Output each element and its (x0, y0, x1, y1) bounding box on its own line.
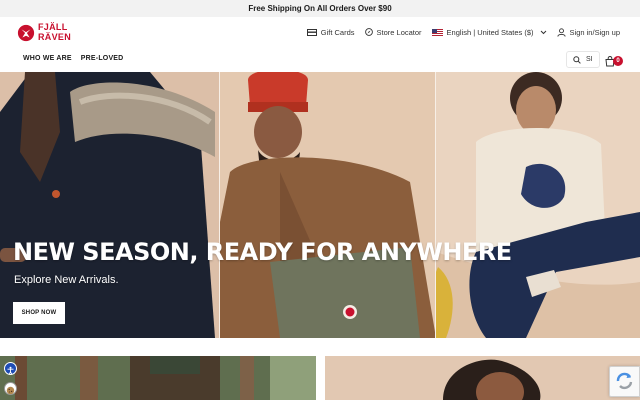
hero-title: NEW SEASON, READY FOR ANYWHERE (13, 238, 512, 266)
brand-line-2: RÄVEN (38, 32, 72, 42)
sign-in-label: Sign in/Sign up (569, 27, 620, 37)
gift-cards-label: Gift Cards (320, 27, 355, 37)
hero-image-jacket (220, 72, 436, 338)
us-flag-icon (431, 28, 443, 36)
compass-icon (364, 28, 373, 36)
locale-label: English | United States ($) (446, 27, 534, 37)
site-header: FJÄLL RÄVEN Gift Cards Store Locator Eng… (0, 17, 640, 72)
brand-line-1: FJÄLL (38, 22, 68, 32)
promo-banner: Free Shipping On All Orders Over $90 (0, 0, 640, 17)
search-value: SI (586, 56, 593, 63)
brand-logo[interactable]: FJÄLL RÄVEN (17, 22, 79, 46)
accessibility-icon (7, 366, 14, 375)
recaptcha-badge[interactable] (609, 366, 640, 397)
recaptcha-icon (616, 372, 633, 389)
promo-card-portrait[interactable] (325, 356, 640, 400)
store-locator-label: Store Locator (376, 27, 422, 37)
fox-logo-icon (17, 24, 35, 42)
search-icon (573, 55, 581, 64)
cookie-settings-button[interactable] (4, 382, 17, 395)
hero-image-parka (0, 72, 220, 338)
main-nav: WHO WE ARE PRE-LOVED (23, 55, 132, 62)
cart-count-badge: 0 (613, 56, 623, 66)
cart-button[interactable]: 0 (605, 54, 623, 68)
sign-in-link[interactable]: Sign in/Sign up (556, 27, 620, 37)
parka-figure (0, 72, 220, 338)
utility-nav: Gift Cards Store Locator English | Unite… (297, 25, 620, 39)
locale-selector[interactable]: English | United States ($) (431, 27, 547, 37)
accessibility-widget-button[interactable] (4, 362, 17, 375)
portrait-image (325, 356, 640, 400)
brand-wordmark: FJÄLL RÄVEN (38, 22, 71, 42)
store-locator-link[interactable]: Store Locator (364, 27, 422, 37)
sweater-figure (436, 72, 640, 338)
gift-cards-link[interactable]: Gift Cards (306, 27, 355, 37)
jacket-figure (220, 72, 436, 338)
search-input[interactable]: SI (566, 51, 600, 68)
hero-subtitle: Explore New Arrivals. (14, 274, 119, 286)
chevron-down-icon (540, 30, 546, 34)
shop-now-button[interactable]: SHOP NOW (13, 302, 65, 324)
promo-text: Free Shipping On All Orders Over $90 (248, 4, 392, 13)
promo-card-forest[interactable] (0, 356, 316, 400)
user-icon (556, 27, 566, 37)
cookie-icon (6, 386, 15, 395)
forest-image (0, 356, 316, 400)
hero-image-sweater (436, 72, 640, 338)
gift-card-icon (306, 28, 317, 36)
hero-banner: NEW SEASON, READY FOR ANYWHERE Explore N… (0, 72, 640, 338)
nav-item-pre-loved[interactable]: PRE-LOVED (81, 55, 124, 62)
nav-item-who-we-are[interactable]: WHO WE ARE (23, 55, 72, 62)
